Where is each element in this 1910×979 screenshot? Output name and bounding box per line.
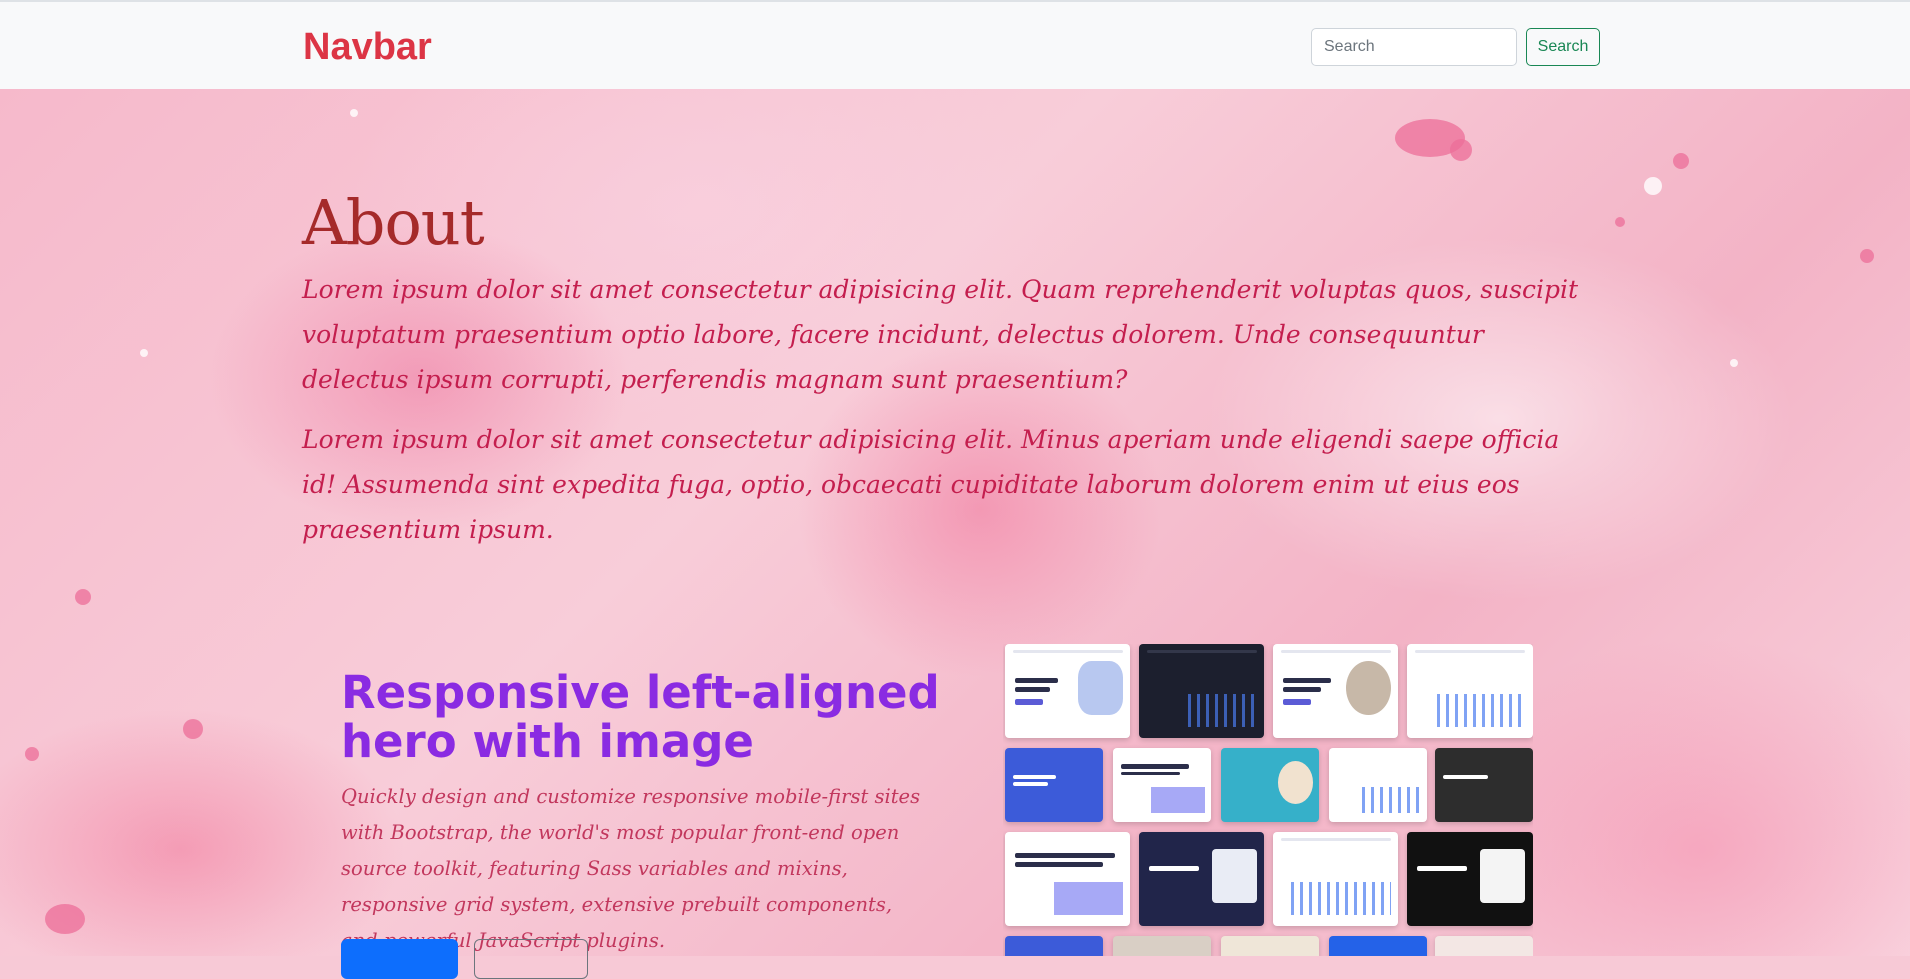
theme-thumbnail	[1113, 936, 1211, 956]
theme-thumbnail	[1273, 832, 1398, 926]
theme-thumbnail	[1005, 644, 1130, 738]
theme-thumbnail	[1407, 644, 1533, 738]
theme-thumbnail	[1221, 748, 1319, 822]
paint-dot	[140, 349, 148, 357]
about-paragraph-2: Lorem ipsum dolor sit amet consectetur a…	[302, 425, 1560, 544]
hero-image	[1003, 644, 1533, 956]
paint-splatter	[1860, 249, 1874, 263]
theme-thumbnail	[1329, 748, 1427, 822]
paint-dot	[350, 109, 358, 117]
paint-splatter	[1673, 153, 1689, 169]
paint-splatter	[1450, 139, 1472, 161]
hero-lead: Quickly design and customize responsive …	[341, 785, 921, 952]
hero-title: Responsive left-aligned hero with image	[341, 666, 940, 768]
paint-splatter	[75, 589, 91, 605]
about-paragraph-1: Lorem ipsum dolor sit amet consectetur a…	[302, 275, 1579, 394]
theme-thumbnail	[1005, 748, 1103, 822]
theme-thumbnail	[1139, 644, 1264, 738]
paint-splatter	[25, 747, 39, 761]
paint-dot	[1644, 177, 1662, 195]
search-input[interactable]	[1311, 28, 1517, 66]
primary-button[interactable]	[341, 939, 458, 979]
top-navbar: Navbar Search	[0, 0, 1910, 89]
theme-thumbnail	[1113, 748, 1211, 822]
navbar-brand[interactable]: Navbar	[303, 26, 432, 69]
theme-thumbnail	[1005, 832, 1130, 926]
theme-thumbnail	[1005, 936, 1103, 956]
theme-thumbnail	[1329, 936, 1427, 956]
default-button[interactable]	[474, 939, 588, 979]
theme-thumbnail	[1435, 748, 1533, 822]
theme-thumbnail	[1273, 644, 1398, 738]
paint-splatter	[183, 719, 203, 739]
paint-dot	[1730, 359, 1738, 367]
search-button[interactable]: Search	[1526, 28, 1600, 66]
theme-thumbnail	[1221, 936, 1319, 956]
paint-splatter	[1615, 217, 1625, 227]
theme-thumbnail	[1139, 832, 1264, 926]
theme-thumbnail	[1435, 936, 1533, 956]
theme-thumbnail	[1407, 832, 1533, 926]
paint-splatter	[45, 904, 85, 934]
about-title: About	[302, 186, 485, 259]
